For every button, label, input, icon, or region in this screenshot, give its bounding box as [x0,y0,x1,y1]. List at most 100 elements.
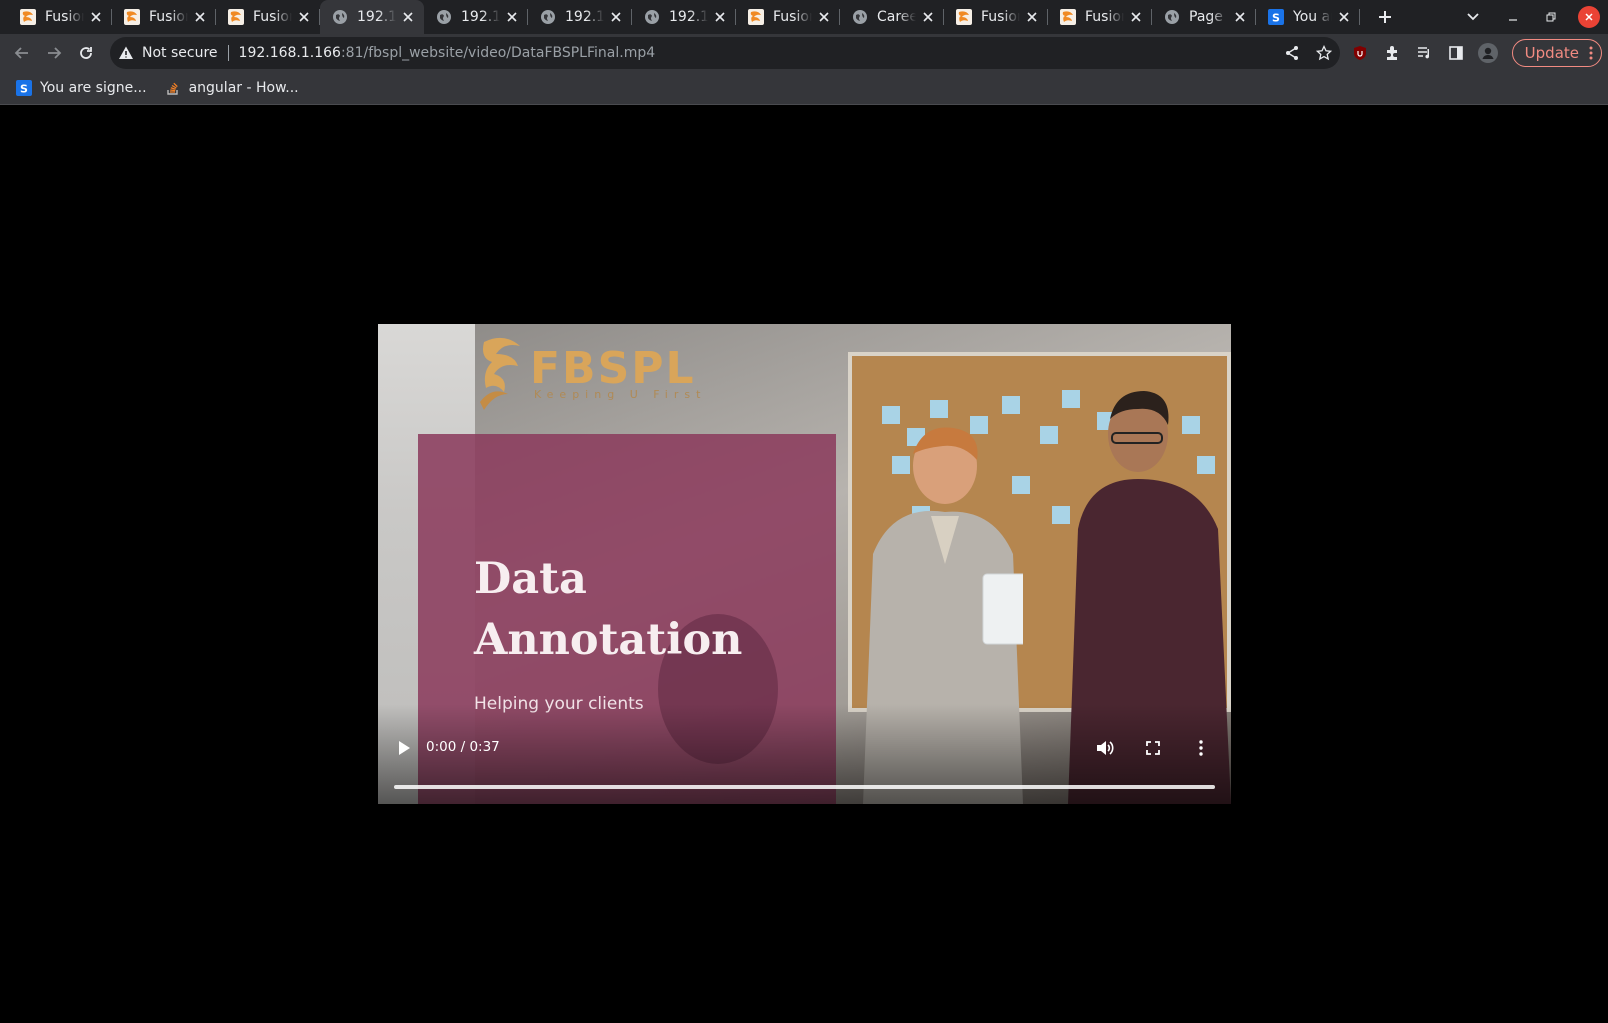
tab-title: Fusion [773,9,812,25]
tab-list: Fusion Fusion Fusion 192.168 192.168 192.168 1… [0,0,1360,34]
fusion-favicon-icon [124,9,140,25]
logo-text: FBSPL [530,342,696,394]
puzzle-icon [1386,46,1397,60]
reload-button[interactable] [70,37,102,69]
browser-tab[interactable]: Page [1152,0,1256,34]
bookmark-star-button[interactable] [1308,37,1340,69]
globe-icon-icon [332,9,348,25]
browser-tab[interactable]: 192.168 [424,0,528,34]
fusion-favicon-icon [1060,9,1076,25]
globe-icon-icon [852,9,868,25]
browser-tab[interactable]: Fusion [216,0,320,34]
time-display: 0:00 / 0:37 [426,739,500,755]
stackoverflow-icon [165,80,181,96]
volume-icon [1097,741,1114,755]
svg-text:S: S [1272,12,1280,25]
url-host: 192.168.1.166 [238,45,341,61]
play-button[interactable] [392,736,416,760]
close-tab-icon[interactable] [1232,9,1248,25]
tab-title: Page [1189,9,1223,25]
video-player[interactable]: FBSPL Keeping U First Data Annotation He… [378,324,1231,804]
globe-icon-icon [644,9,660,25]
omnibox-actions [1276,37,1340,69]
tab-title: Fusion [981,9,1020,25]
bookmark-item[interactable]: S You are signe... [10,74,153,102]
security-label[interactable]: Not secure [142,45,218,61]
bookmark-item[interactable]: angular - How... [159,74,305,102]
restore-button[interactable] [1532,0,1570,34]
mute-button[interactable] [1093,736,1117,760]
browser-tab[interactable]: Fusion [1048,0,1152,34]
minimize-icon [1509,19,1517,21]
video-title: Data Annotation [474,549,742,671]
bookmarks-bar: S You are signe... angular - How... [0,72,1608,105]
browser-toolbar: Not secure 192.168.1.166:81/fbspl_websit… [0,34,1608,72]
browser-tab[interactable]: Fusion [736,0,840,34]
url-text[interactable]: 192.168.1.166:81/fbspl_website/video/Dat… [239,45,656,61]
browser-tab[interactable]: 192.168 [528,0,632,34]
browser-tab[interactable]: Fusion [112,0,216,34]
fullscreen-icon [1146,741,1160,755]
update-button[interactable]: Update [1511,39,1602,67]
close-tab-icon[interactable] [400,9,416,25]
tab-title: Fusion [149,9,188,25]
browser-tab[interactable]: 192.168 [632,0,736,34]
close-tab-icon[interactable] [1024,9,1040,25]
video-progress-bar[interactable] [394,785,1215,789]
close-tab-icon[interactable] [816,9,832,25]
close-tab-icon[interactable] [296,9,312,25]
tab-title: You are [1293,9,1332,25]
close-tab-icon[interactable] [1336,9,1352,25]
window-controls [1454,0,1608,34]
tab-title: Fusion [45,9,84,25]
browser-tab[interactable]: Fusion [944,0,1048,34]
svg-text:S: S [20,83,28,96]
address-bar[interactable]: Not secure 192.168.1.166:81/fbspl_websit… [110,37,1340,69]
tab-title: Fusion [1085,9,1124,25]
tab-search-button[interactable] [1454,0,1492,34]
browser-tab[interactable]: 192.168 [320,0,424,34]
more-vert-icon [1589,46,1593,60]
side-panel-button[interactable] [1440,37,1472,69]
globe-icon-icon [1164,9,1180,25]
share-button[interactable] [1276,37,1308,69]
queue-music-icon [1417,47,1429,59]
close-window-button[interactable] [1570,0,1608,34]
new-tab-button[interactable] [1368,0,1402,34]
side-panel-icon [1448,46,1463,60]
bookmark-label: angular - How... [188,80,299,96]
profile-button[interactable] [1472,37,1504,69]
media-controls-button[interactable] [1408,37,1440,69]
arrow-left-icon [14,47,28,59]
tab-title: 192.168 [461,9,500,25]
close-tab-icon[interactable] [504,9,520,25]
logo-tagline: Keeping U First [534,387,707,401]
fusion-favicon-icon [20,9,36,25]
browser-tab[interactable]: Careers [840,0,944,34]
fullscreen-button[interactable] [1141,736,1165,760]
close-tab-icon[interactable] [920,9,936,25]
play-icon [399,741,410,755]
forward-button[interactable] [38,37,70,69]
back-button[interactable] [6,37,38,69]
toolbar-right: Update [1344,37,1602,69]
more-options-button[interactable] [1189,736,1213,760]
close-tab-icon[interactable] [192,9,208,25]
close-tab-icon[interactable] [608,9,624,25]
close-icon [1578,6,1600,28]
browser-tab[interactable]: Fusion [8,0,112,34]
close-tab-icon[interactable] [1128,9,1144,25]
minimize-button[interactable] [1494,0,1532,34]
tab-title: 192.168 [565,9,604,25]
chevron-down-icon [1467,13,1479,21]
browser-tab[interactable]: S You are [1256,0,1360,34]
close-tab-icon[interactable] [712,9,728,25]
extensions-button[interactable] [1376,37,1408,69]
star-icon [1316,45,1332,61]
globe-icon-icon [540,9,556,25]
close-tab-icon[interactable] [88,9,104,25]
tab-strip: Fusion Fusion Fusion 192.168 192.168 192.168 1… [0,0,1608,34]
tab-title: 192.168 [357,9,396,25]
tab-title: Fusion [253,9,292,25]
ublock-extension-button[interactable] [1344,37,1376,69]
